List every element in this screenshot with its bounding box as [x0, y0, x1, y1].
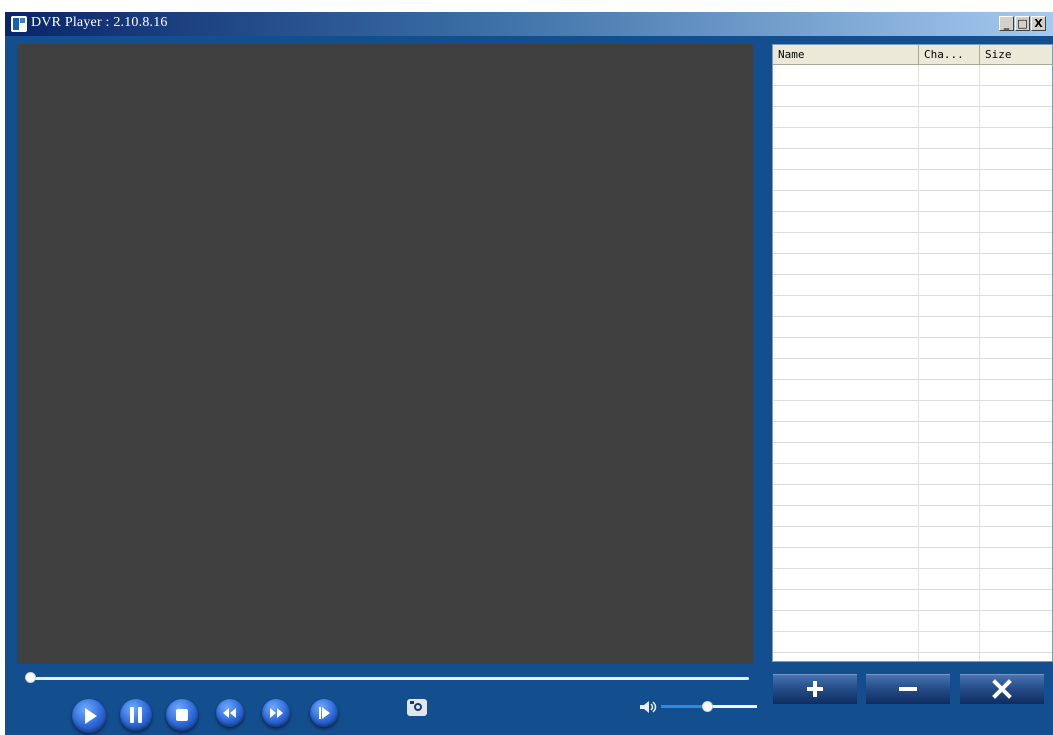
table-row[interactable]: [773, 611, 1052, 632]
dvr-player-window: DVR Player : 2.10.8.16 _ □ X Name Cha...…: [5, 12, 1053, 735]
column-header-channel[interactable]: Cha...: [919, 45, 980, 65]
table-row[interactable]: [773, 149, 1052, 170]
volume-handle[interactable]: [702, 701, 713, 712]
minus-icon: [899, 687, 917, 691]
fast-forward-button[interactable]: [262, 699, 290, 727]
table-row[interactable]: [773, 359, 1052, 380]
window-title: DVR Player : 2.10.8.16: [31, 15, 168, 30]
x-icon: [992, 679, 1012, 699]
table-row[interactable]: [773, 338, 1052, 359]
next-frame-button[interactable]: [310, 699, 338, 727]
plus-icon: [807, 681, 823, 697]
stop-button[interactable]: [166, 699, 198, 731]
maximize-button[interactable]: □: [1015, 16, 1030, 31]
table-row[interactable]: [773, 212, 1052, 233]
column-header-name[interactable]: Name: [773, 45, 919, 65]
table-row[interactable]: [773, 170, 1052, 191]
table-row[interactable]: [773, 506, 1052, 527]
table-row[interactable]: [773, 653, 1052, 661]
seek-handle[interactable]: [25, 672, 36, 683]
column-header-size[interactable]: Size: [980, 45, 1052, 65]
table-row[interactable]: [773, 590, 1052, 611]
table-row[interactable]: [773, 401, 1052, 422]
fast-forward-icon: [270, 708, 283, 718]
remove-file-button[interactable]: [866, 674, 950, 704]
video-display[interactable]: [17, 44, 753, 664]
column-divider: [979, 65, 980, 661]
file-list[interactable]: Name Cha... Size: [772, 44, 1053, 662]
volume-level[interactable]: [661, 705, 707, 708]
table-row[interactable]: [773, 317, 1052, 338]
seek-bar[interactable]: [33, 677, 749, 680]
close-button[interactable]: X: [1031, 16, 1046, 31]
table-row[interactable]: [773, 191, 1052, 212]
table-row[interactable]: [773, 485, 1052, 506]
table-row[interactable]: [773, 422, 1052, 443]
stop-icon: [176, 709, 188, 721]
clear-list-button[interactable]: [960, 674, 1044, 704]
table-row[interactable]: [773, 464, 1052, 485]
table-row[interactable]: [773, 128, 1052, 149]
table-row[interactable]: [773, 107, 1052, 128]
add-file-button[interactable]: [773, 674, 857, 704]
title-bar: DVR Player : 2.10.8.16 _ □ X: [5, 12, 1053, 36]
volume-track[interactable]: [712, 705, 757, 708]
pause-icon: [130, 707, 142, 723]
table-row[interactable]: [773, 233, 1052, 254]
table-row[interactable]: [773, 632, 1052, 653]
volume-icon[interactable]: [639, 700, 659, 714]
table-row[interactable]: [773, 569, 1052, 590]
app-icon: [11, 16, 27, 32]
rewind-button[interactable]: [216, 699, 244, 727]
table-row[interactable]: [773, 86, 1052, 107]
next-frame-icon: [319, 707, 330, 719]
minimize-button[interactable]: _: [999, 16, 1014, 31]
rewind-icon: [223, 708, 236, 718]
table-row[interactable]: [773, 296, 1052, 317]
table-row[interactable]: [773, 65, 1052, 86]
table-row[interactable]: [773, 380, 1052, 401]
table-row[interactable]: [773, 527, 1052, 548]
camera-icon[interactable]: [407, 699, 427, 716]
table-row[interactable]: [773, 275, 1052, 296]
play-icon: [85, 708, 97, 724]
table-row[interactable]: [773, 548, 1052, 569]
pause-button[interactable]: [120, 699, 152, 731]
table-row[interactable]: [773, 254, 1052, 275]
column-divider: [918, 65, 919, 661]
play-button[interactable]: [72, 699, 106, 733]
table-row[interactable]: [773, 443, 1052, 464]
